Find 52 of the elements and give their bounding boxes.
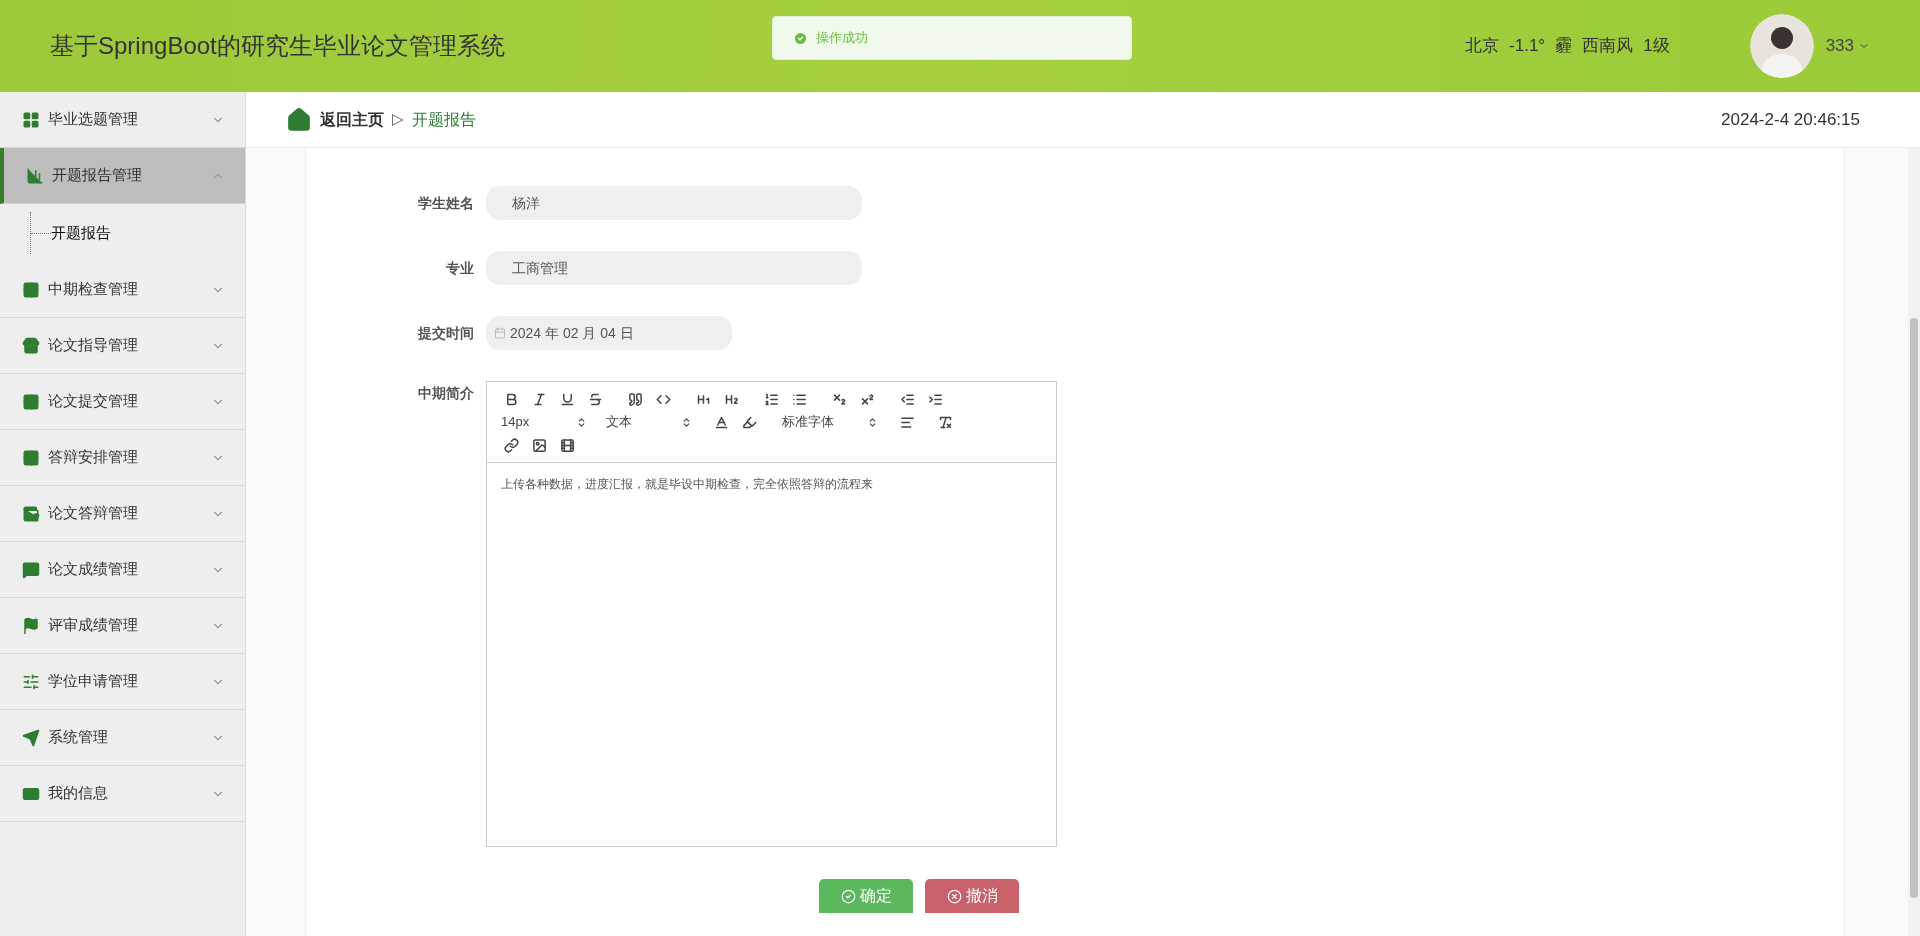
- flag-icon: [22, 616, 40, 635]
- weather-text: 北京: [1465, 35, 1500, 58]
- check-icon: [840, 888, 856, 904]
- app-title: 基于SpringBoot的研究生毕业论文管理系统: [50, 31, 505, 61]
- weather-text: 霾: [1555, 35, 1573, 58]
- sidebar-item[interactable]: 学位申请管理: [0, 654, 245, 710]
- breadcrumb-separator: ▷: [392, 109, 404, 130]
- sidebar-item[interactable]: 答辩安排管理: [0, 430, 245, 486]
- sidebar-item[interactable]: 论文成绩管理: [0, 542, 245, 598]
- cancel-button[interactable]: 撤消: [925, 879, 1019, 913]
- sliders-icon: [22, 672, 40, 691]
- datetime: 2024-2-4 20:46:15: [1721, 108, 1860, 131]
- field-label: 中期简介: [417, 384, 475, 403]
- toolbar-select[interactable]: 标准字体: [778, 411, 878, 433]
- home-icon: [286, 106, 312, 133]
- breadcrumb-current[interactable]: 开题报告: [412, 107, 476, 132]
- sidebar-subitem[interactable]: 开题报告: [51, 221, 111, 245]
- up-down-icon: [867, 416, 878, 428]
- scrollbar[interactable]: [1908, 148, 1920, 936]
- weather-text: 西南风: [1582, 35, 1634, 58]
- x-icon: [946, 888, 962, 904]
- sidebar-item[interactable]: 论文指导管理: [0, 318, 245, 374]
- field-label: 学生姓名: [417, 193, 475, 213]
- editor-content[interactable]: 上传各种数据，进度汇报，就是毕设中期检查，完全依照答辩的流程来: [487, 463, 1056, 505]
- toolbar-select[interactable]: 文本: [602, 411, 692, 433]
- weather-text: 1级: [1643, 35, 1670, 58]
- calendar-icon: [494, 327, 506, 339]
- wallet-icon: [22, 504, 40, 523]
- sidebar-item[interactable]: 我的信息: [0, 766, 245, 822]
- up-down-icon: [681, 416, 692, 428]
- avatar: [1749, 14, 1814, 78]
- success-icon: [793, 30, 808, 46]
- sidebar-item[interactable]: 中期检查管理: [0, 262, 245, 318]
- sidebar-item[interactable]: 论文答辩管理: [0, 486, 245, 542]
- weather-text: -1.1°: [1509, 35, 1546, 58]
- up-down-icon: [576, 416, 587, 428]
- user-menu[interactable]: 333: [1825, 33, 1870, 59]
- sidebar-item[interactable]: 论文提交管理: [0, 374, 245, 430]
- toolbar-select[interactable]: 14px: [497, 411, 587, 433]
- chat-icon: [22, 560, 40, 579]
- input-field[interactable]: 工商管理: [486, 251, 862, 285]
- field-label: 提交时间: [417, 323, 475, 343]
- input-field[interactable]: 杨洋: [486, 186, 862, 220]
- sidebar-item[interactable]: 评审成绩管理: [0, 598, 245, 654]
- store-icon: [22, 336, 40, 355]
- toast-message: 操作成功: [816, 29, 868, 48]
- date-field[interactable]: 2024 年 02 月 04 日: [486, 316, 732, 350]
- home-link[interactable]: 返回主页: [320, 107, 384, 132]
- sidebar-item[interactable]: 开题报告管理: [0, 148, 245, 204]
- field-label: 专业: [445, 258, 475, 278]
- send-icon: [22, 728, 40, 747]
- sidebar-item[interactable]: 系统管理: [0, 710, 245, 766]
